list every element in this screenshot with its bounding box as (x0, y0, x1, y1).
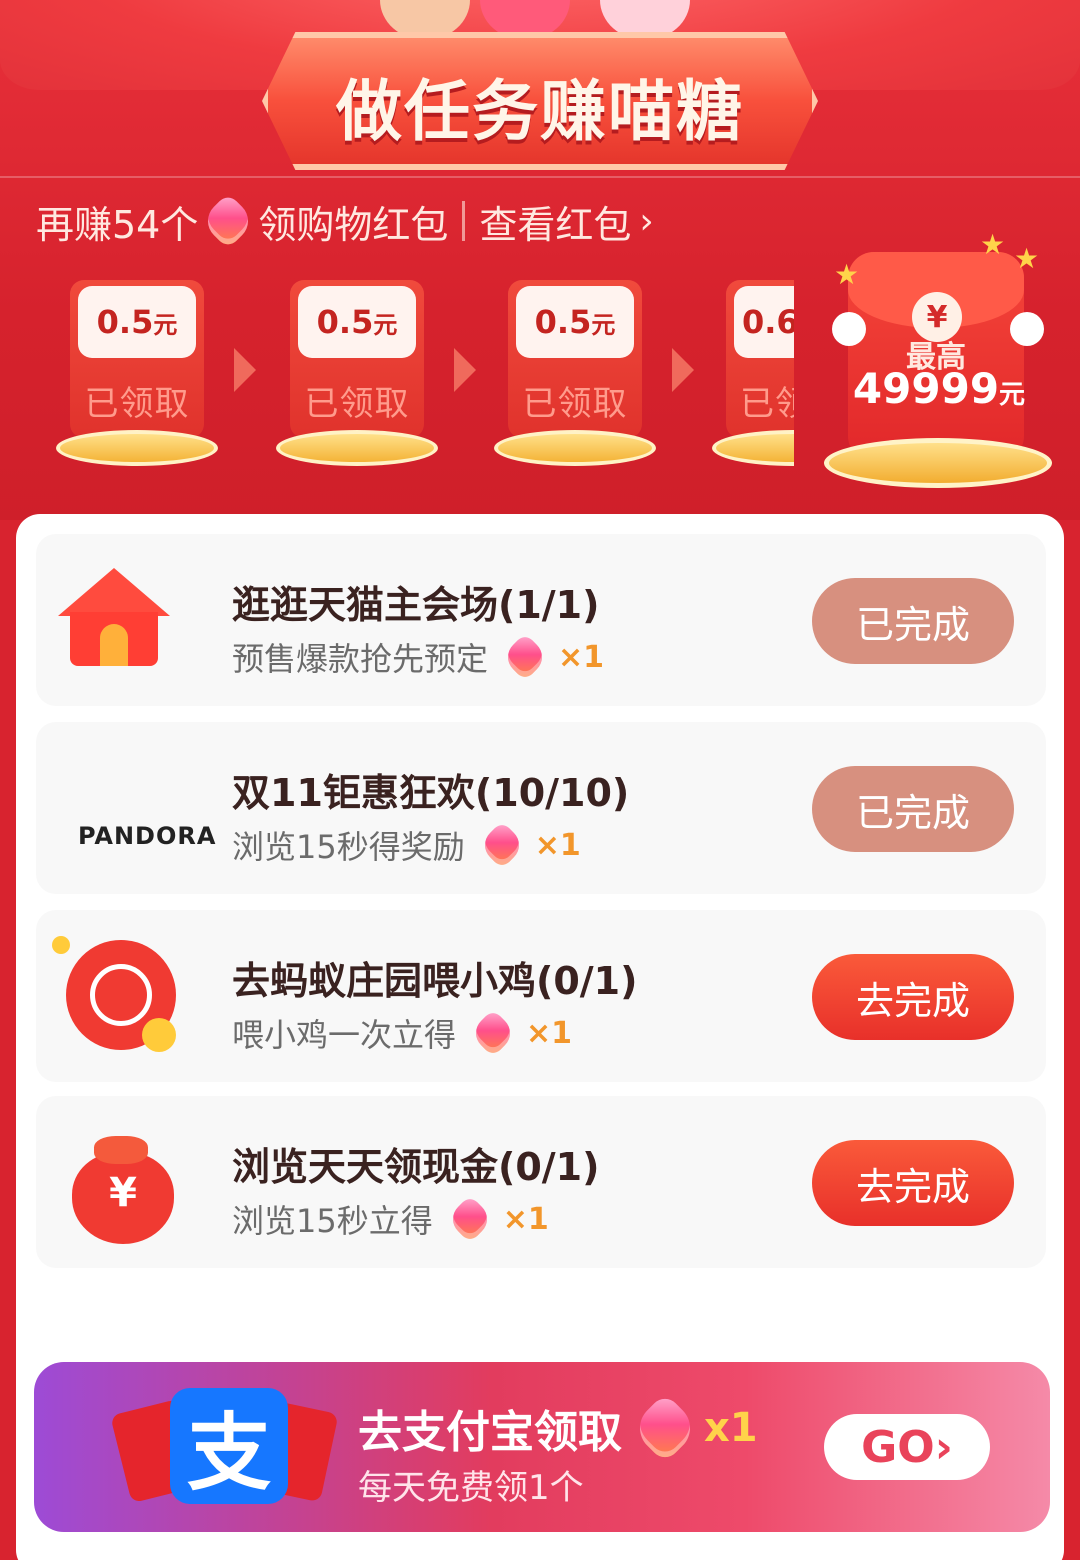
candy-gem-icon (629, 1392, 701, 1464)
red-packet-amount: 0.5 元 (516, 286, 634, 358)
yen-icon: ¥ (109, 1170, 137, 1216)
coin-icon (52, 936, 70, 954)
task-desc-text: 预售爆款抢先预定 (232, 640, 489, 678)
banner-subtitle: 每天免费领1个 (358, 1468, 584, 1508)
task-description: 浏览15秒立得 ×1 (232, 1194, 549, 1244)
arrow-right-icon (672, 348, 694, 392)
task-row: 逛逛天猫主会场(1/1) 预售爆款抢先预定 ×1 已完成 (36, 534, 1046, 706)
chevron-right-icon: › (639, 200, 654, 242)
grand-prize-amount-value: 49999 (852, 364, 1000, 413)
task-title: 逛逛天猫主会场(1/1) (232, 583, 600, 627)
task-go-button[interactable]: 去完成 (812, 954, 1014, 1040)
task-go-button[interactable]: 去完成 (812, 1140, 1014, 1226)
task-desc-text: 喂小鸡一次立得 (232, 1016, 457, 1054)
arrow-right-icon (454, 348, 476, 392)
banner-title-text: 去支付宝领取 (358, 1407, 622, 1458)
candy-gem-icon (477, 820, 526, 870)
grand-prize-pedestal (824, 438, 1052, 488)
task-reward: ×1 (558, 639, 605, 675)
task-title: 去蚂蚁庄园喂小鸡(0/1) (232, 959, 638, 1003)
bag-tie (94, 1136, 148, 1164)
task-done-button[interactable]: 已完成 (812, 578, 1014, 664)
view-red-packets-link[interactable]: 查看红包 › (479, 194, 653, 249)
task-description: 浏览15秒得奖励 ×1 (232, 820, 581, 870)
candy-gem-icon (468, 1008, 518, 1058)
page-title: 做任务赚喵糖 (336, 73, 744, 150)
divider (0, 176, 1080, 178)
amount-value: 0.5 (534, 303, 592, 341)
amount-value: 0.5 (96, 303, 154, 341)
house-roof (58, 568, 170, 616)
task-reward: ×1 (526, 1015, 573, 1051)
pedestal (276, 430, 438, 466)
pedestal (494, 430, 656, 466)
grand-prize-amount: 49999元 (834, 364, 1044, 413)
red-packet-milestone-3[interactable]: 0.5 元 已领取 (494, 280, 656, 470)
home-icon (58, 560, 186, 688)
star-icon: ★ (834, 258, 860, 291)
banner-title: 去支付宝领取 x1 (358, 1392, 758, 1464)
alipay-logo-icon: 支 (170, 1388, 288, 1504)
pandora-logo: PANDORA (58, 748, 215, 876)
red-packet-status: 已领取 (522, 384, 628, 424)
arrow-right-icon (234, 348, 256, 392)
progress-suffix: 领购物红包 (258, 202, 449, 247)
task-row: PANDORA 双11钜惠狂欢(10/10) 浏览15秒得奖励 ×1 已完成 (36, 722, 1046, 894)
star-icon: ★ (980, 228, 1006, 261)
task-description: 预售爆款抢先预定 ×1 (232, 632, 605, 682)
coin-icon (142, 1018, 176, 1052)
pedestal (712, 430, 794, 466)
amount-unit: 元 (373, 310, 398, 339)
task-reward: ×1 (534, 827, 581, 863)
separator (462, 201, 466, 241)
progress-prefix: 再赚54个 (36, 202, 199, 247)
red-packet-amount: 0.6 (734, 286, 794, 358)
go-button[interactable]: GO› (824, 1414, 990, 1480)
red-packet-milestone-4[interactable]: 0.6 已领取 (712, 280, 794, 470)
amount-unit: 元 (591, 310, 616, 339)
grand-prize-amount-unit: 元 (999, 380, 1026, 410)
money-bag-icon: ¥ (58, 1122, 186, 1250)
star-icon: ★ (1014, 242, 1040, 275)
house-door (100, 624, 128, 666)
task-desc-text: 浏览15秒立得 (232, 1202, 433, 1240)
task-title: 双11钜惠狂欢(10/10) (232, 771, 630, 815)
task-title: 浏览天天领现金(0/1) (232, 1145, 600, 1189)
task-reward: ×1 (502, 1201, 549, 1237)
red-packet-amount: 0.5 元 (298, 286, 416, 358)
amount-value: 0.6 (742, 303, 794, 341)
view-red-packets-label: 查看红包 (479, 202, 632, 247)
progress-line: 再赚54个 领购物红包 查看红包 › (36, 192, 654, 250)
red-packet-amount: 0.5 元 (78, 286, 196, 358)
task-desc-text: 浏览15秒得奖励 (232, 828, 465, 866)
candy-gem-icon (445, 1194, 494, 1244)
red-packet-status: 已领取 (84, 384, 190, 424)
banner-reward: x1 (704, 1405, 758, 1451)
red-packet-milestone-1[interactable]: 0.5 元 已领取 (56, 280, 218, 470)
task-description: 喂小鸡一次立得 ×1 (232, 1008, 573, 1058)
pandora-logo-text: PANDORA (78, 822, 217, 850)
task-row: ¥ 浏览天天领现金(0/1) 浏览15秒立得 ×1 去完成 (36, 1096, 1046, 1268)
alipay-banner[interactable]: 支 去支付宝领取 x1 每天免费领1个 GO› (34, 1362, 1050, 1532)
task-done-button[interactable]: 已完成 (812, 766, 1014, 852)
red-packet-status: 已领取 (740, 384, 794, 424)
red-packet-scroll-clip: 0.6 已领取 (712, 270, 794, 500)
task-row: 去蚂蚁庄园喂小鸡(0/1) 喂小鸡一次立得 ×1 去完成 (36, 910, 1046, 1082)
candy-gem-icon (200, 192, 257, 250)
chick-icon (52, 936, 186, 1064)
red-packet-status: 已领取 (304, 384, 410, 424)
red-packet-milestone-2[interactable]: 0.5 元 已领取 (276, 280, 438, 470)
amount-unit: 元 (153, 310, 178, 339)
grand-prize-red-packet[interactable]: ★ ★ ★ ¥ 最高 49999元 (824, 228, 1052, 496)
amount-value: 0.5 (316, 303, 374, 341)
chick-face (90, 964, 152, 1026)
candy-gem-icon (500, 632, 550, 682)
pedestal (56, 430, 218, 466)
